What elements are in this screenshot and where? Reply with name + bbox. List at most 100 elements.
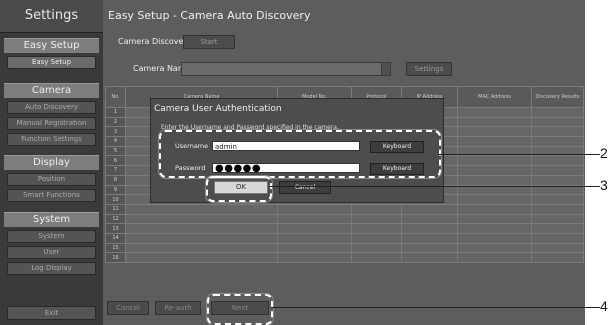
sidebar: Settings Easy Setup Easy Setup Camera Au… — [0, 0, 103, 325]
camera-discovery-label: Camera Discovery — [118, 37, 192, 46]
row-number: 6 — [105, 155, 126, 167]
table-row[interactable]: 14 — [105, 232, 584, 244]
table-cell — [531, 213, 584, 225]
table-cell — [125, 232, 278, 244]
column-header-discovery-results: Discovery Results — [531, 86, 584, 108]
row-number: 1 — [105, 107, 126, 118]
exit-button[interactable]: Exit — [7, 306, 96, 320]
table-row[interactable]: 12 — [105, 213, 584, 225]
cancel-button[interactable]: Cancel — [107, 301, 149, 315]
sidebar-item-position[interactable]: Position — [7, 173, 96, 186]
sidebar-item-log-display[interactable]: Log Display — [7, 262, 96, 275]
table-cell — [457, 194, 532, 205]
table-cell — [125, 223, 278, 234]
table-cell — [125, 242, 278, 254]
table-cell — [277, 232, 352, 244]
camera-name-select[interactable] — [181, 62, 391, 76]
sidebar-item-user[interactable]: User — [7, 246, 96, 259]
row-number: 14 — [105, 232, 126, 244]
table-cell — [531, 194, 584, 205]
sidebar-title: Settings — [0, 0, 103, 33]
table-cell — [351, 213, 402, 225]
column-header-mac-address: MAC Address — [457, 86, 532, 108]
credentials-highlight — [159, 130, 441, 178]
table-cell — [531, 107, 584, 118]
callout-number-4: 4 — [600, 298, 608, 314]
table-cell — [351, 252, 402, 263]
table-cell — [457, 232, 532, 244]
table-cell — [531, 242, 584, 254]
row-number: 11 — [105, 203, 126, 215]
ok-highlight — [206, 176, 272, 202]
row-number: 10 — [105, 194, 126, 205]
sidebar-section-easy-setup: Easy Setup — [4, 38, 99, 53]
callout-line-2 — [438, 154, 600, 155]
table-cell — [531, 174, 584, 186]
dialog-title: Camera User Authentication — [154, 104, 282, 114]
table-cell — [457, 252, 532, 263]
table-cell — [531, 126, 584, 138]
sidebar-section-system: System — [4, 212, 99, 227]
sidebar-item-auto-discovery[interactable]: Auto Discovery — [7, 101, 96, 114]
table-cell — [277, 213, 352, 225]
callout-line-3 — [270, 186, 600, 187]
table-cell — [457, 116, 532, 128]
table-cell — [457, 107, 532, 118]
table-cell — [277, 252, 352, 263]
table-row[interactable]: 13 — [105, 223, 584, 234]
sidebar-item-easy-setup[interactable]: Easy Setup — [7, 56, 96, 69]
dropdown-arrow-icon — [381, 63, 390, 75]
table-cell — [401, 252, 458, 263]
table-cell — [277, 242, 352, 254]
table-row[interactable]: 11 — [105, 203, 584, 215]
table-cell — [457, 242, 532, 254]
table-cell — [401, 223, 458, 234]
callout-line-4 — [271, 307, 600, 308]
table-cell — [531, 155, 584, 167]
callout-number-2: 2 — [600, 145, 608, 161]
row-number: 5 — [105, 145, 126, 157]
table-cell — [457, 126, 532, 138]
table-cell — [457, 203, 532, 215]
row-number: 8 — [105, 174, 126, 186]
row-number: 4 — [105, 136, 126, 147]
re-auth-button[interactable]: Re-auth — [155, 301, 201, 315]
row-number: 7 — [105, 165, 126, 176]
sidebar-section-display: Display — [4, 155, 99, 170]
table-row[interactable]: 16 — [105, 252, 584, 263]
sidebar-item-system[interactable]: System — [7, 230, 96, 243]
row-number: 9 — [105, 184, 126, 196]
table-cell — [531, 136, 584, 147]
dialog-cancel-button[interactable]: Cancel — [279, 181, 331, 194]
table-row[interactable]: 15 — [105, 242, 584, 254]
table-cell — [457, 174, 532, 186]
settings-button[interactable]: Settings — [406, 62, 452, 76]
settings-window: Settings Easy Setup Easy Setup Camera Au… — [0, 0, 585, 325]
table-cell — [401, 242, 458, 254]
table-cell — [125, 203, 278, 215]
sidebar-item-function-settings[interactable]: Function Settings — [7, 133, 96, 146]
table-cell — [457, 136, 532, 147]
table-cell — [351, 232, 402, 244]
table-cell — [457, 155, 532, 167]
table-cell — [401, 213, 458, 225]
table-cell — [401, 203, 458, 215]
table-cell — [401, 232, 458, 244]
table-cell — [531, 165, 584, 176]
table-cell — [277, 223, 352, 234]
table-cell — [125, 252, 278, 263]
sidebar-item-manual-registration[interactable]: Manual Registration — [7, 117, 96, 130]
row-number: 12 — [105, 213, 126, 225]
table-cell — [277, 203, 352, 215]
next-highlight — [207, 294, 273, 325]
table-cell — [457, 165, 532, 176]
table-cell — [351, 203, 402, 215]
sidebar-item-smart-functions[interactable]: Smart Functions — [7, 189, 96, 202]
row-number: 16 — [105, 252, 126, 263]
start-button[interactable]: Start — [183, 35, 235, 49]
callout-number-3: 3 — [600, 177, 608, 193]
table-cell — [457, 213, 532, 225]
row-number: 13 — [105, 223, 126, 234]
table-cell — [531, 252, 584, 263]
table-cell — [351, 242, 402, 254]
